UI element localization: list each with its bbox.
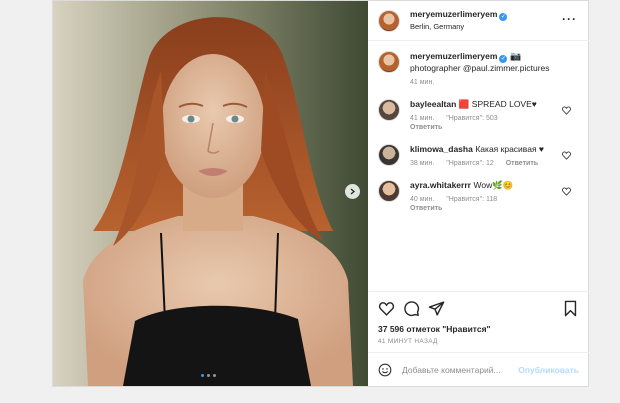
post-modal: meryemuzerlimeryem ✓ Berlin, Germany ··· … (52, 0, 589, 387)
caption: meryemuzerlimeryem ✓ 📷 photographer @paul… (378, 51, 579, 87)
comments-list: meryemuzerlimeryem ✓ 📷 photographer @paul… (368, 41, 589, 289)
chevron-right-icon (350, 188, 356, 195)
heart-icon[interactable] (562, 106, 571, 115)
heart-icon[interactable] (562, 151, 571, 160)
add-comment-bar: Опубликовать (368, 352, 589, 386)
comment-age: 40 мин. (410, 196, 435, 203)
more-icon[interactable]: ··· (562, 12, 577, 26)
likes-count[interactable]: 37 596 отметок "Нравится" (378, 324, 579, 334)
comment-username[interactable]: bayleealtan (410, 99, 456, 109)
comment-likes[interactable]: "Нравится": 118 (446, 196, 497, 203)
carousel-indicator (201, 374, 216, 377)
comment-text: Какая красивая ♥ (475, 144, 544, 154)
bookmark-icon[interactable] (562, 300, 579, 317)
carousel-dot (201, 374, 204, 377)
comment-text: 🟥 SPREAD LOVE♥ (458, 99, 537, 109)
reply-button[interactable]: Ответить (506, 160, 538, 167)
commenter-avatar[interactable] (378, 144, 400, 166)
commenter-avatar[interactable] (378, 180, 400, 202)
emoji-icon[interactable] (378, 363, 392, 377)
comment-username[interactable]: ayra.whitakerrr (410, 180, 471, 190)
heart-icon[interactable] (562, 187, 571, 196)
post-header: meryemuzerlimeryem ✓ Berlin, Germany ··· (368, 1, 589, 41)
comment-username[interactable]: klimowa_dasha (410, 144, 473, 154)
comment-text: Wow🌿😊 (473, 180, 514, 190)
reply-button[interactable]: Ответить (410, 124, 442, 131)
share-icon[interactable] (428, 300, 445, 317)
next-slide-button[interactable] (345, 184, 360, 199)
action-bar: 37 596 отметок "Нравится" 41 МИНУТ НАЗАД (368, 291, 589, 351)
verified-icon: ✓ (499, 13, 508, 21)
carousel-dot (213, 374, 216, 377)
carousel-dot (207, 374, 210, 377)
post-photo[interactable] (53, 1, 368, 386)
caption-avatar[interactable] (378, 51, 400, 73)
comment-likes[interactable]: "Нравится": 12 (446, 160, 494, 167)
comment-likes[interactable]: "Нравится": 503 (446, 115, 497, 122)
author-avatar[interactable] (378, 9, 400, 32)
reply-button[interactable]: Ответить (410, 205, 442, 212)
comment-item: klimowa_dasha Какая красивая ♥ 38 мин. "… (378, 144, 579, 168)
camera-emoji: 📷 (509, 51, 522, 61)
caption-text: photographer @paul.zimmer.pictures (410, 63, 550, 73)
caption-age: 41 мин. (410, 79, 435, 86)
portrait-image (53, 1, 368, 386)
publish-button[interactable]: Опубликовать (518, 365, 579, 375)
comment-item: bayleealtan 🟥 SPREAD LOVE♥ 41 мин. "Нрав… (378, 99, 579, 132)
verified-icon: ✓ (499, 55, 508, 63)
post-sidebar: meryemuzerlimeryem ✓ Berlin, Germany ··· … (368, 1, 589, 386)
commenter-avatar[interactable] (378, 99, 400, 121)
post-location[interactable]: Berlin, Germany (410, 21, 507, 33)
caption-username[interactable]: meryemuzerlimeryem (410, 51, 497, 61)
comment-item: ayra.whitakerrr Wow🌿😊 40 мин. "Нравится"… (378, 180, 579, 213)
author-username[interactable]: meryemuzerlimeryem (410, 9, 497, 19)
heart-icon[interactable] (378, 300, 395, 317)
comment-input[interactable] (402, 364, 512, 375)
comment-icon[interactable] (403, 300, 420, 317)
post-timestamp: 41 МИНУТ НАЗАД (378, 338, 438, 345)
comment-age: 41 мин. (410, 115, 435, 122)
comment-age: 38 мин. (410, 160, 435, 167)
